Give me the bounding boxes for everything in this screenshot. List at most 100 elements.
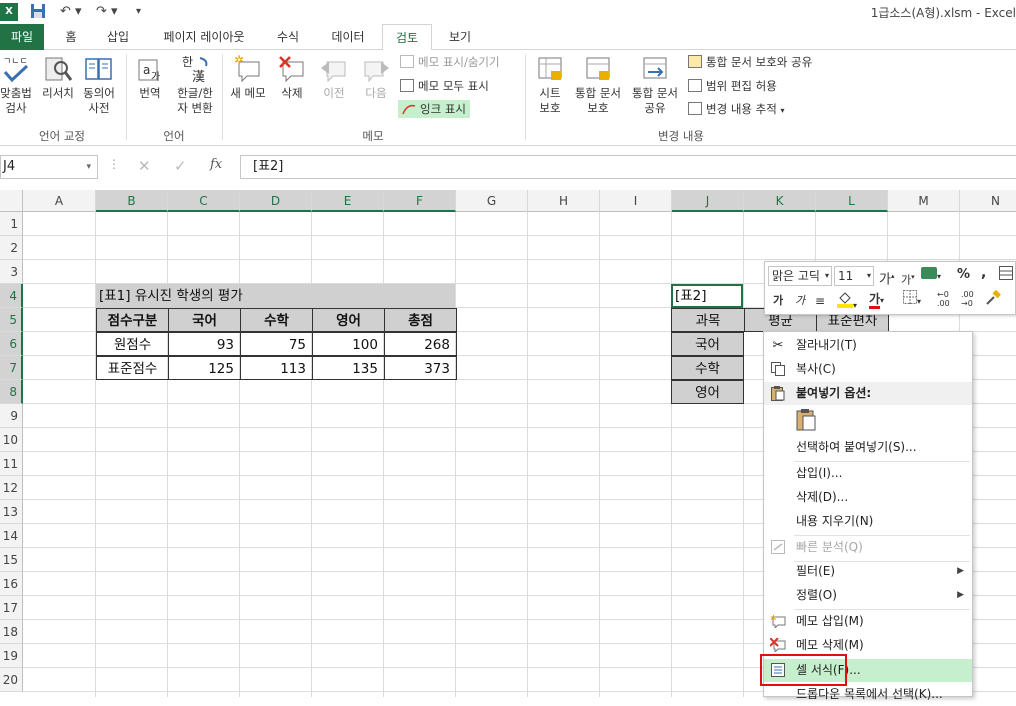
column-header-c[interactable]: C <box>168 190 240 212</box>
tab-review[interactable]: 검토 <box>382 24 432 51</box>
row-header-1[interactable]: 1 <box>0 212 23 236</box>
column-header-j[interactable]: J <box>672 190 744 212</box>
align-center-button[interactable]: ≡ <box>815 292 825 310</box>
row-header-8[interactable]: 8 <box>0 380 23 404</box>
new-comment-button[interactable]: ✲ 새 메모 <box>226 53 270 101</box>
table1-header-cell[interactable]: 총점 <box>384 308 457 332</box>
bold-button[interactable]: 가 <box>773 292 783 310</box>
column-header-a[interactable]: A <box>23 190 96 212</box>
column-header-g[interactable]: G <box>456 190 528 212</box>
redo-icon[interactable]: ↷ ▾ <box>96 3 118 21</box>
insert-function-icon[interactable]: fx <box>210 157 222 172</box>
font-size-box[interactable]: 11 ▾ <box>834 266 874 286</box>
tab-file[interactable]: 파일 <box>0 24 44 50</box>
table1-header-cell[interactable]: 영어 <box>312 308 385 332</box>
row-header-19[interactable]: 19 <box>0 644 23 668</box>
menu-item-filter[interactable]: 필터(E) ▶ <box>764 560 972 583</box>
formula-input[interactable]: [표2] <box>240 155 1016 179</box>
name-box[interactable]: J4 ▾ <box>0 155 98 179</box>
row-header-11[interactable]: 11 <box>0 452 23 476</box>
thesaurus-button[interactable]: 동의어 사전 <box>78 54 120 116</box>
share-workbook-button[interactable]: 통합 문서 공유 <box>626 54 684 116</box>
customize-qat-icon[interactable]: ▾ <box>136 3 141 21</box>
accounting-format-button[interactable]: ▾ <box>921 266 941 286</box>
menu-item-quick-analysis[interactable]: 빠른 분석(Q) <box>764 536 972 559</box>
column-header-i[interactable]: I <box>600 190 672 212</box>
menu-item-sort[interactable]: 정렬(O) ▶ <box>764 584 972 607</box>
chevron-down-icon[interactable]: ▾ <box>86 156 91 178</box>
table1-value-cell[interactable]: 100 <box>312 332 385 356</box>
delete-comment-button[interactable]: 삭제 <box>272 54 312 101</box>
row-header-13[interactable]: 13 <box>0 500 23 524</box>
table1-value-cell[interactable]: 93 <box>168 332 241 356</box>
column-header-n[interactable]: N <box>960 190 1016 212</box>
row-header-4[interactable]: 4 <box>0 284 23 308</box>
next-comment-button[interactable]: 다음 <box>356 54 396 101</box>
column-header-k[interactable]: K <box>744 190 816 212</box>
hanja-convert-button[interactable]: 한漢 한글/한 자 변환 <box>170 54 220 116</box>
row-header-6[interactable]: 6 <box>0 332 23 356</box>
tab-home[interactable]: 홈 <box>56 24 86 50</box>
menu-item-insert-comment[interactable]: ✲ 메모 삽입(M) <box>764 610 972 633</box>
table2-subject-cell[interactable]: 수학 <box>671 356 744 380</box>
protect-sheet-button[interactable]: 시트 보호 <box>530 54 570 116</box>
column-header-l[interactable]: L <box>816 190 888 212</box>
table1-value-cell[interactable]: 373 <box>384 356 457 380</box>
enter-icon[interactable]: ✓ <box>174 157 187 175</box>
previous-comment-button[interactable]: 이전 <box>314 54 354 101</box>
menu-item-cut[interactable]: ✂ 잘라내기(T) <box>764 334 972 357</box>
column-header-d[interactable]: D <box>240 190 312 212</box>
shrink-font-button[interactable]: 가▾ <box>901 268 915 290</box>
table1-value-cell[interactable]: 125 <box>168 356 241 380</box>
spelling-button[interactable]: ㄱㄴㄷ 맞춤법 검사 <box>0 54 38 116</box>
fill-color-button[interactable]: ▾ <box>837 290 857 315</box>
comma-style-button[interactable]: , <box>981 264 986 282</box>
cancel-icon[interactable]: ✕ <box>138 157 151 175</box>
protect-and-share-button[interactable]: 통합 문서 보호와 공유 <box>688 54 812 70</box>
column-header-b[interactable]: B <box>96 190 168 212</box>
row-header-2[interactable]: 2 <box>0 236 23 260</box>
table1-header-cell[interactable]: 국어 <box>168 308 241 332</box>
save-icon[interactable] <box>30 3 46 25</box>
table1-value-cell[interactable]: 268 <box>384 332 457 356</box>
row-header-14[interactable]: 14 <box>0 524 23 548</box>
table1-row-label[interactable]: 원점수 <box>96 332 169 356</box>
menu-item-clear-contents[interactable]: 내용 지우기(N) <box>764 510 972 533</box>
protect-workbook-button[interactable]: 통합 문서 보호 <box>570 54 626 116</box>
row-header-3[interactable]: 3 <box>0 260 23 284</box>
column-header-h[interactable]: H <box>528 190 600 212</box>
show-all-comments-button[interactable]: 메모 모두 표시 <box>400 78 489 94</box>
table1-value-cell[interactable]: 113 <box>240 356 313 380</box>
show-ink-button[interactable]: 잉크 표시 <box>398 100 470 118</box>
row-header-10[interactable]: 10 <box>0 428 23 452</box>
row-header-18[interactable]: 18 <box>0 620 23 644</box>
table1-header-cell[interactable]: 점수구분 <box>96 308 169 332</box>
tab-insert[interactable]: 삽입 <box>100 24 136 50</box>
row-header-9[interactable]: 9 <box>0 404 23 428</box>
row-header-20[interactable]: 20 <box>0 668 23 692</box>
row-header-7[interactable]: 7 <box>0 356 23 380</box>
table2-subject-cell[interactable]: 국어 <box>671 332 744 356</box>
decrease-decimal-button[interactable]: .00 →0 <box>961 290 974 308</box>
italic-button[interactable]: 가 <box>795 292 805 310</box>
research-button[interactable]: 리서치 <box>38 54 78 101</box>
paste-button[interactable] <box>796 408 816 435</box>
tab-data[interactable]: 데이터 <box>320 24 376 50</box>
show-hide-comment-button[interactable]: 메모 표시/숨기기 <box>400 54 500 70</box>
menu-item-pick-from-list[interactable]: 드롭다운 목록에서 선택(K)... <box>764 683 972 706</box>
menu-item-paste-special[interactable]: 선택하여 붙여넣기(S)... <box>764 436 972 459</box>
column-header-m[interactable]: M <box>888 190 960 212</box>
table2-header-cell[interactable]: 과목 <box>671 308 745 332</box>
menu-item-copy[interactable]: 복사(C) <box>764 358 972 381</box>
table1-title[interactable]: [표1] 유시진 학생의 평가 <box>96 284 455 308</box>
tab-page-layout[interactable]: 페이지 레이아웃 <box>152 24 256 50</box>
active-cell-j4[interactable]: [표2] <box>671 284 743 308</box>
percent-style-button[interactable]: % <box>957 266 970 284</box>
row-header-17[interactable]: 17 <box>0 596 23 620</box>
grow-font-button[interactable]: 가▴ <box>879 267 894 289</box>
row-header-16[interactable]: 16 <box>0 572 23 596</box>
tab-formulas[interactable]: 수식 <box>268 24 308 50</box>
allow-edit-ranges-button[interactable]: 범위 편집 허용 <box>688 78 777 94</box>
tab-view[interactable]: 보기 <box>440 24 480 50</box>
row-header-5[interactable]: 5 <box>0 308 23 332</box>
